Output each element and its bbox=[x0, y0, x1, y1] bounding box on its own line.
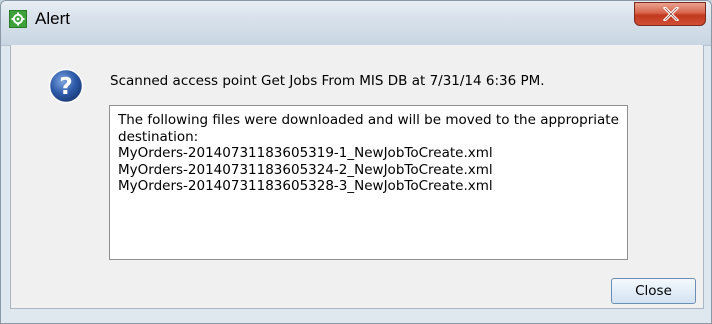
file-name-line: MyOrders-20140731183605324-2_NewJobToCre… bbox=[118, 161, 493, 178]
window-title: Alert bbox=[35, 9, 70, 28]
dialog-header: Scanned access point Get Jobs From MIS D… bbox=[110, 73, 545, 89]
window-close-button[interactable] bbox=[634, 2, 706, 26]
message-line: The following files were downloaded and … bbox=[118, 112, 619, 128]
file-name-line: MyOrders-20140731183605319-1_NewJobToCre… bbox=[118, 145, 493, 161]
file-name-line: MyOrders-20140731183605328-3_NewJobToCre… bbox=[118, 178, 493, 194]
svg-text:?: ? bbox=[59, 74, 72, 100]
gear-icon bbox=[9, 10, 27, 28]
message-textarea[interactable]: The following files were downloaded and … bbox=[109, 105, 628, 260]
alert-window: Alert ? Scanned access point Get Jobs Fr… bbox=[0, 0, 712, 324]
window-bottom-edge bbox=[1, 309, 711, 323]
close-button[interactable]: Close bbox=[611, 278, 696, 304]
close-icon bbox=[663, 7, 679, 21]
dialog-content: ? Scanned access point Get Jobs From MIS… bbox=[10, 45, 704, 309]
title-bar[interactable]: Alert bbox=[1, 1, 711, 46]
question-icon: ? bbox=[48, 68, 84, 108]
message-line: destination: bbox=[118, 128, 199, 145]
